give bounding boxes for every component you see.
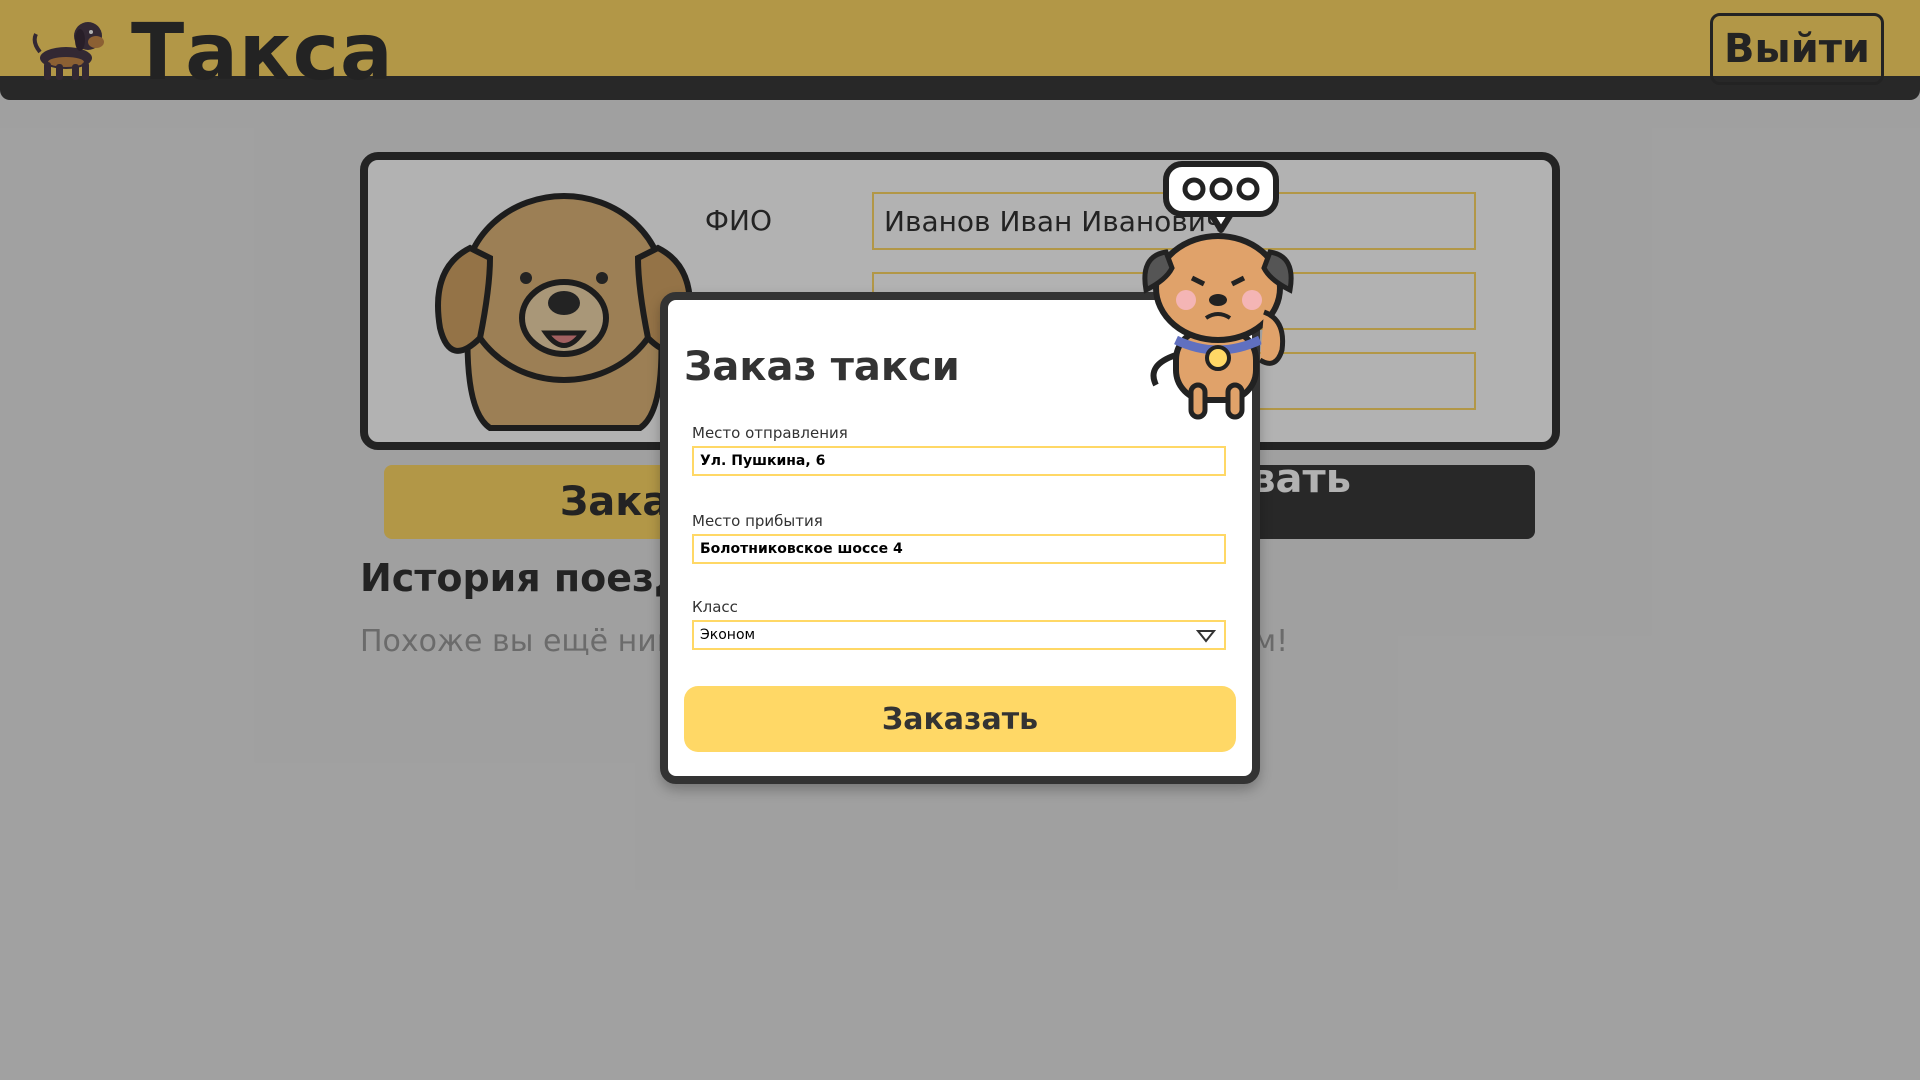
class-select-value: Эконом	[700, 627, 756, 643]
arrival-input[interactable]: Болотниковское шоссе 4	[692, 534, 1226, 564]
arrival-label: Место прибытия	[692, 512, 823, 530]
chevron-down-icon	[1196, 630, 1216, 643]
submit-order-button[interactable]: Заказать	[684, 686, 1236, 752]
modal-title: Заказ такси	[684, 344, 960, 390]
departure-label: Место отправления	[692, 424, 848, 442]
departure-input[interactable]: Ул. Пушкина, 6	[692, 446, 1226, 476]
thinking-dog-icon	[1142, 161, 1294, 420]
class-select[interactable]: Эконом	[692, 620, 1226, 650]
class-label: Класс	[692, 598, 738, 616]
